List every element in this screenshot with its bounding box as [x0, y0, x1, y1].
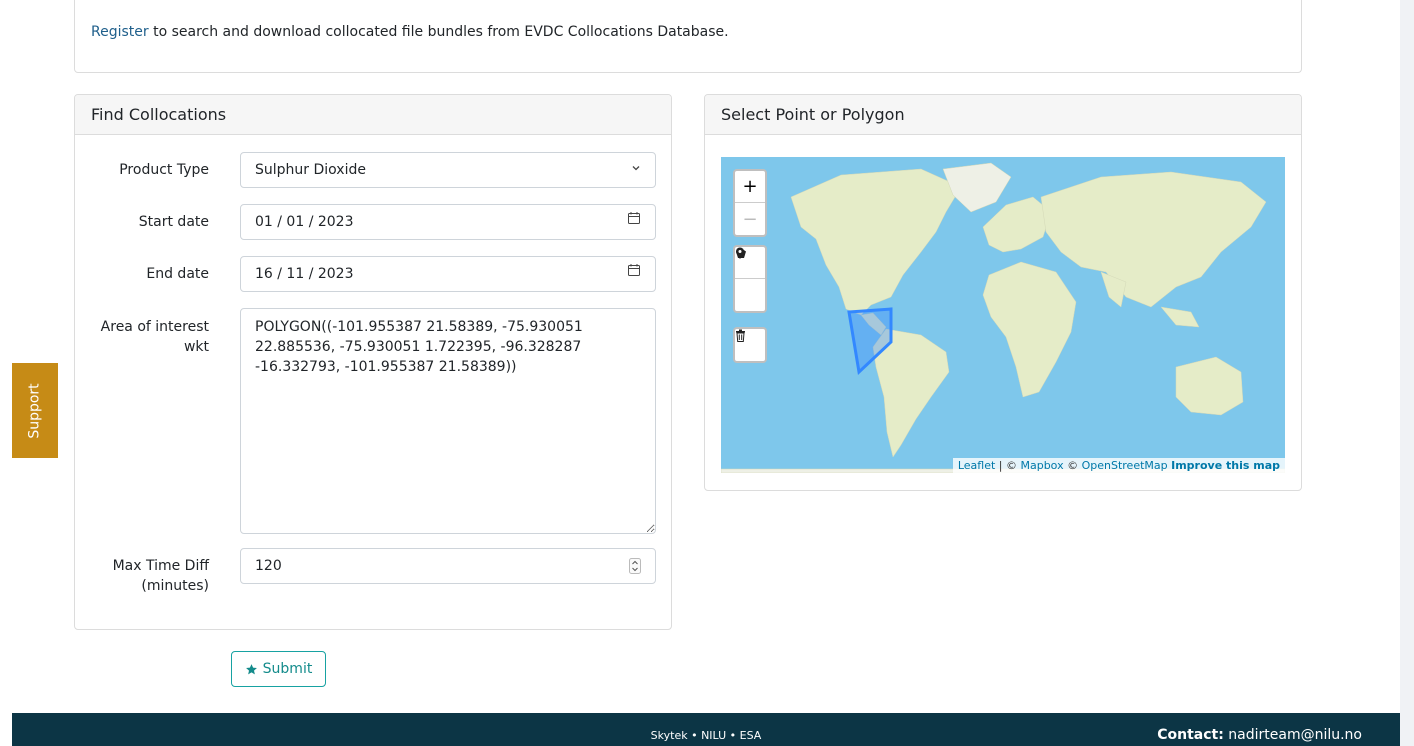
footer-contact: Contact: nadirteam@nilu.no	[1157, 727, 1362, 743]
start-date-label: Start date	[138, 214, 209, 230]
product-type-value: Sulphur Dioxide	[255, 162, 366, 178]
draw-marker-button[interactable]	[735, 247, 765, 311]
find-collocations-title: Find Collocations	[75, 95, 671, 135]
mapbox-link[interactable]: Mapbox	[1020, 459, 1063, 472]
area-of-interest-label-line2: wkt	[183, 339, 209, 355]
area-of-interest-label: Area of interest wkt	[101, 317, 209, 357]
delete-layers-button[interactable]	[735, 329, 765, 361]
select-point-polygon-title: Select Point or Polygon	[705, 95, 1301, 135]
register-notice-text: to search and download collocated file b…	[148, 24, 729, 40]
marker-icon	[736, 247, 744, 259]
contact-email[interactable]: nadirteam@nilu.no	[1228, 727, 1362, 743]
edit-toolbar	[733, 327, 767, 363]
end-date-input[interactable]: 16 / 11 / 2023	[240, 256, 656, 292]
product-type-label: Product Type	[119, 162, 209, 178]
osm-link[interactable]: OpenStreetMap	[1082, 459, 1168, 472]
support-tab[interactable]: Support	[12, 363, 58, 458]
attrib-separator: | ©	[995, 459, 1021, 472]
find-collocations-card: Find Collocations Product Type Sulphur D…	[74, 94, 672, 630]
max-time-diff-label-line2: (minutes)	[141, 578, 209, 594]
zoom-out-button[interactable]: −	[735, 203, 765, 235]
attrib-copy: ©	[1063, 459, 1082, 472]
footer: Skytek • NILU • ESA Contact: nadirteam@n…	[12, 713, 1400, 746]
max-time-diff-input[interactable]: 120	[240, 548, 656, 584]
submit-button[interactable]: Submit	[231, 651, 326, 687]
leaflet-link[interactable]: Leaflet	[958, 459, 995, 472]
spinner-icon[interactable]	[629, 549, 641, 588]
zoom-control: + −	[733, 169, 767, 237]
contact-label: Contact:	[1157, 727, 1224, 743]
trash-icon	[736, 329, 745, 342]
area-of-interest-wkt-textarea[interactable]: POLYGON((-101.955387 21.58389, -75.93005…	[240, 308, 656, 534]
improve-map-link[interactable]: Improve this map	[1171, 459, 1280, 472]
zoom-in-button[interactable]: +	[735, 171, 765, 203]
submit-label: Submit	[262, 661, 313, 677]
end-date-value: 16 / 11 / 2023	[255, 266, 354, 282]
start-date-input[interactable]: 01 / 01 / 2023	[240, 204, 656, 240]
support-label: Support	[27, 382, 43, 439]
register-notice: Register to search and download collocat…	[74, 0, 1302, 73]
world-map[interactable]: + − Leaflet | © Mapbox © OpenStreetMap I…	[721, 157, 1285, 473]
select-point-polygon-card: Select Point or Polygon + − Leaflet | © …	[704, 94, 1302, 491]
product-type-select[interactable]: Sulphur Dioxide	[240, 152, 656, 188]
max-time-diff-label: Max Time Diff (minutes)	[113, 556, 209, 596]
map-land	[721, 162, 1285, 473]
area-of-interest-label-line1: Area of interest	[100, 319, 209, 335]
star-icon	[245, 663, 257, 674]
max-time-diff-value: 120	[255, 558, 282, 574]
draw-toolbar	[733, 245, 767, 313]
calendar-icon[interactable]	[627, 205, 641, 239]
calendar-icon[interactable]	[627, 257, 641, 291]
max-time-diff-label-line1: Max Time Diff	[112, 558, 209, 574]
end-date-label: End date	[146, 266, 209, 282]
map-attribution: Leaflet | © Mapbox © OpenStreetMap Impro…	[952, 458, 1285, 473]
chevron-down-icon	[631, 153, 641, 187]
register-link[interactable]: Register	[91, 24, 149, 40]
start-date-value: 01 / 01 / 2023	[255, 214, 354, 230]
page: Register to search and download collocat…	[0, 0, 1400, 746]
